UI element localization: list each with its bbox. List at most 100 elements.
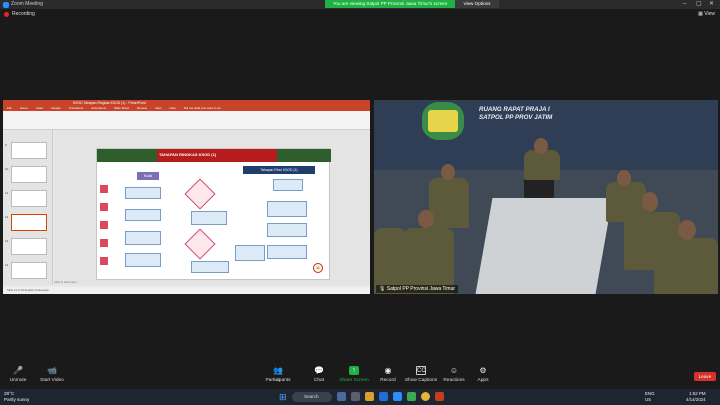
- flow-box: [191, 261, 229, 273]
- ribbon-search[interactable]: Tell me what you want to do: [184, 106, 221, 111]
- notes-placeholder[interactable]: Click to add notes: [54, 280, 76, 284]
- slide-editor: TAHAPAN RINGKAS KSOD (1) Tahapan Rinci K…: [54, 130, 370, 285]
- slide-thumbnail[interactable]: 14: [5, 262, 47, 279]
- windows-start-icon[interactable]: ⊞: [279, 392, 289, 402]
- flow-decision: [184, 178, 216, 210]
- ribbon-tab[interactable]: Home: [20, 106, 28, 111]
- flow-box: [191, 211, 227, 225]
- thumb-number: 13: [5, 239, 9, 243]
- flow-box: [235, 245, 265, 261]
- minimize-icon[interactable]: –: [683, 0, 686, 9]
- share-banner: You are viewing Satpol PP Provinsi Jawa …: [325, 0, 455, 8]
- mic-muted-icon: 🎤: [13, 366, 23, 375]
- participant-video[interactable]: RUANG RAPAT PRAJA I SATPOL PP PROV JATIM…: [374, 100, 718, 294]
- room-banner: RUANG RAPAT PRAJA I SATPOL PP PROV JATIM: [479, 106, 552, 122]
- mic-muted-icon: 🎙: [379, 286, 386, 292]
- lane-marker: [100, 221, 108, 229]
- start-video-button[interactable]: 📹 Start Video: [32, 366, 72, 383]
- share-screen-label: Share Screen: [339, 378, 369, 383]
- flow-box: [125, 187, 161, 199]
- windows-taskbar: 29°C Partly sunny ⊞ Search ENG US 1:52 P…: [0, 389, 720, 405]
- language: ENG: [645, 391, 655, 396]
- widget-app-icon[interactable]: [351, 392, 360, 401]
- record-dot-icon: [4, 11, 9, 17]
- clock-time: 1:52 PM: [689, 391, 706, 396]
- person-head: [418, 210, 434, 228]
- slide-thumbnail[interactable]: 11: [5, 190, 47, 207]
- thumb-number: 11: [5, 191, 9, 195]
- slide-thumbnail[interactable]: 13: [5, 238, 47, 255]
- weather-widget[interactable]: 29°C Partly sunny: [4, 391, 29, 402]
- apps-icon: ⚙: [479, 366, 487, 375]
- zoom-taskbar-icon[interactable]: [393, 392, 402, 401]
- view-button[interactable]: ▦ View: [698, 11, 715, 17]
- recording-label: Recording: [12, 11, 35, 17]
- maximize-icon[interactable]: ▢: [696, 0, 702, 9]
- file-explorer-icon[interactable]: [365, 392, 374, 401]
- weather-desc: Partly sunny: [4, 396, 30, 402]
- powerpoint-icon[interactable]: [435, 392, 444, 401]
- captions-icon: CC: [416, 366, 426, 375]
- lane-marker: [100, 257, 108, 265]
- room-banner-line1: RUANG RAPAT PRAJA I: [479, 106, 550, 113]
- meeting-table: [475, 198, 613, 294]
- person: [429, 178, 469, 228]
- close-icon[interactable]: ✕: [709, 0, 714, 9]
- ribbon-tab[interactable]: File: [7, 106, 12, 111]
- store-icon[interactable]: [407, 392, 416, 401]
- room-banner-line2: SATPOL PP PROV JATIM: [479, 114, 553, 121]
- clock[interactable]: 1:52 PM 4/14/2024: [686, 391, 706, 402]
- meeting-toolbar: 🎤 Unmute 📹 Start Video 👥41 Participants …: [0, 364, 720, 389]
- recording-indicator[interactable]: Recording: [4, 11, 35, 17]
- ribbon-tab[interactable]: Transitions: [69, 106, 84, 111]
- ribbon-tab[interactable]: Review: [137, 106, 147, 111]
- start-video-label: Start Video: [40, 378, 64, 383]
- app-title: Zoom Meeting: [11, 1, 43, 7]
- record-label: Record: [380, 378, 396, 383]
- slide-thumbnail[interactable]: 9: [5, 142, 47, 159]
- ribbon-tab[interactable]: Help: [169, 106, 175, 111]
- apps-label: Apps: [477, 378, 489, 383]
- thumb-number: 10: [5, 167, 9, 171]
- task-view-icon[interactable]: [337, 392, 346, 401]
- ribbon-tab[interactable]: Slide Show: [114, 106, 129, 111]
- participants-button[interactable]: 👥41 Participants: [258, 366, 298, 383]
- chrome-icon[interactable]: [421, 392, 430, 401]
- slide-thumbnail[interactable]: 12: [5, 214, 47, 231]
- zoom-window: Zoom Meeting You are viewing Satpol PP P…: [0, 0, 720, 405]
- person: [654, 238, 718, 294]
- ribbon-tab[interactable]: View: [155, 106, 161, 111]
- apps-button[interactable]: ⚙ Apps: [463, 366, 503, 383]
- region: US: [645, 396, 652, 402]
- slide-thumbnail[interactable]: 10: [5, 166, 47, 183]
- person-head: [441, 164, 455, 180]
- current-slide[interactable]: TAHAPAN RINGKAS KSOD (1) Tahapan Rinci K…: [96, 148, 331, 280]
- record-icon: ◉: [384, 366, 392, 375]
- person-head: [617, 170, 631, 186]
- lane-marker: [100, 185, 108, 193]
- ribbon-tab[interactable]: Insert: [36, 106, 44, 111]
- flow-box: [273, 179, 303, 191]
- thumb-number: 14: [5, 263, 9, 267]
- view-options-button[interactable]: View Options: [455, 0, 499, 8]
- chat-button[interactable]: 💬 Chat: [299, 366, 339, 383]
- edge-icon[interactable]: [379, 392, 388, 401]
- person-head: [678, 220, 696, 240]
- zoom-logo-icon: [3, 1, 9, 8]
- app-title-group: Zoom Meeting: [3, 0, 43, 9]
- share-screen-icon: ↑: [349, 366, 359, 375]
- participants-label: Participants: [265, 378, 291, 383]
- thumb-number: 12: [5, 215, 9, 219]
- ribbon: [3, 111, 370, 130]
- camera-off-icon: 📹: [47, 366, 57, 375]
- leave-button[interactable]: Leave: [694, 372, 716, 381]
- taskbar-search[interactable]: Search: [292, 392, 332, 402]
- flow-box: [125, 231, 161, 245]
- ribbon-tab[interactable]: Design: [51, 106, 60, 111]
- ribbon-tab[interactable]: Animations: [91, 106, 106, 111]
- flow-decision: [184, 228, 216, 260]
- slide-thumbnails: 9 10 11 12 13 14: [3, 130, 53, 285]
- chat-icon: 💬: [314, 366, 324, 375]
- reactions-icon: ☺: [449, 366, 459, 375]
- language-indicator[interactable]: ENG US: [645, 391, 655, 402]
